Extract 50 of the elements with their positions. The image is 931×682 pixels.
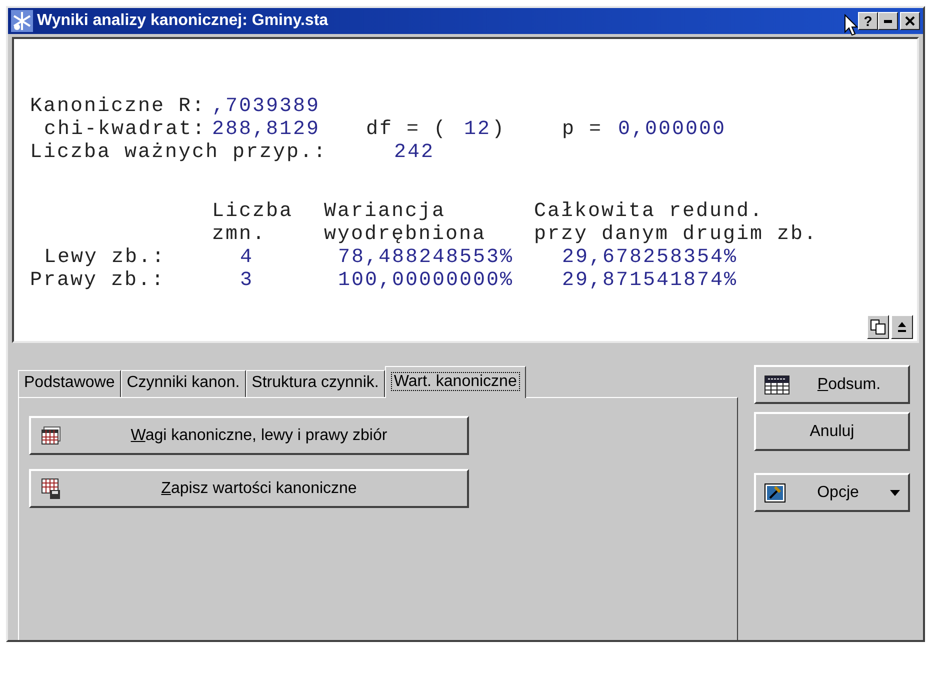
table-cell-text: 29,678258354% (562, 246, 739, 269)
tab[interactable]: Struktura czynnik. (246, 370, 385, 397)
result-label: ) (492, 118, 506, 141)
column-heading: Liczba (212, 200, 294, 223)
snowflake-app-icon (11, 10, 33, 32)
close-button[interactable] (900, 12, 920, 30)
copy-icon (870, 319, 886, 335)
result-label: Liczba ważnych przyp.: (30, 141, 328, 164)
result-value: 288,8129 (212, 118, 322, 141)
table-cell-text: 100,00000000% (338, 269, 515, 292)
minimize-button[interactable] (878, 12, 898, 30)
row-label: Prawy zb.: (30, 269, 166, 292)
side-button[interactable]: Opcje (754, 473, 910, 512)
copy-button[interactable] (867, 315, 889, 339)
result-value: 12 (464, 118, 492, 141)
table-cell: 4 (240, 246, 254, 269)
help-button[interactable]: ? (858, 12, 878, 30)
column-heading: przy danym drugim zb. (534, 223, 819, 246)
maximize-panel-button[interactable] (891, 315, 913, 339)
column-heading: wyodrębniona (324, 223, 488, 246)
result-value: ,7039389 (212, 95, 322, 118)
row-label: Lewy zb.: (44, 246, 167, 269)
result-value: 0,000000 (618, 118, 728, 141)
side-button[interactable]: Anuluj (754, 412, 910, 451)
column-heading: Całkowita redund. (534, 200, 765, 223)
table-cell-text: 78,488248553% (338, 246, 515, 269)
table-cell: 3 (240, 269, 254, 292)
dropdown-arrow-icon (890, 490, 900, 496)
action-button[interactable]: Wagi kanoniczne, lewy i prawy zbiór (29, 416, 469, 455)
window-title: Wyniki analizy kanonicznej: Gminy.sta (37, 12, 328, 30)
table-icon (41, 426, 61, 446)
up-arrow-icon (897, 321, 907, 333)
tab[interactable]: Czynniki kanon. (120, 370, 246, 397)
action-button[interactable]: Zapisz wartości kanoniczne (29, 469, 469, 508)
result-label: chi-kwadrat: (44, 118, 208, 141)
column-heading: zmn. (212, 223, 268, 246)
side-button[interactable]: Podsum. (754, 365, 910, 404)
summary-table-icon (764, 374, 790, 394)
tab[interactable]: Wart. kanoniczne (384, 366, 526, 398)
tab[interactable]: Podstawowe (18, 370, 121, 397)
result-label: df = ( (366, 118, 448, 141)
column-heading: Wariancja (324, 200, 447, 223)
minimize-icon (884, 20, 892, 22)
table-cell-text: 29,871541874% (562, 269, 739, 292)
table-save-icon (41, 478, 61, 500)
result-label: p = (562, 118, 604, 141)
options-hammer-icon (764, 482, 786, 502)
result-value: 242 (394, 141, 436, 164)
close-icon (905, 16, 915, 26)
result-label: Kanoniczne R: (30, 95, 207, 118)
